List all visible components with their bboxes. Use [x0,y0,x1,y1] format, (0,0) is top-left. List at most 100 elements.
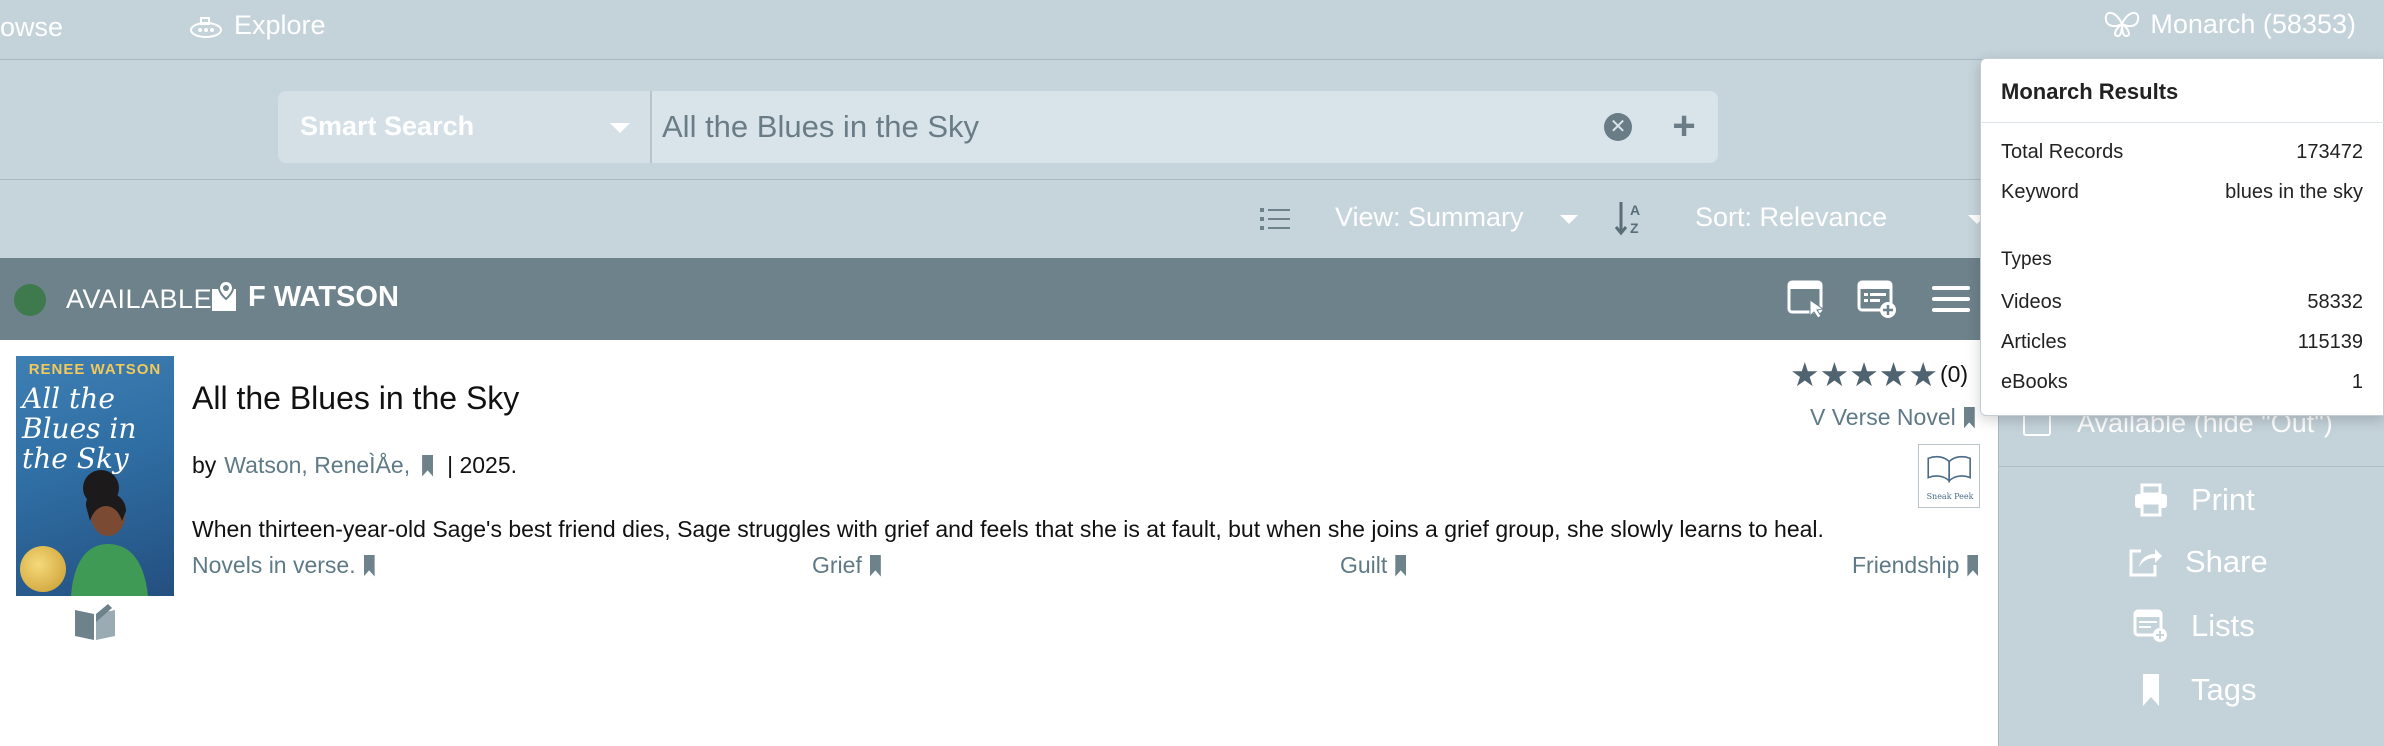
type-count: 115139 [2297,331,2363,353]
cover-author: RENEE WATSON [28,361,162,378]
award-medal [20,546,66,592]
search-input[interactable] [652,91,1650,163]
butterfly-icon [2105,12,2140,38]
subject-label: Novels in verse. [192,552,356,578]
share-label: Share [2185,544,2268,579]
star-icon[interactable]: ★ [1849,358,1879,391]
types-heading: Types [2001,249,2052,270]
cover-illustration [71,470,148,596]
place-hold-icon[interactable] [1786,278,1828,320]
nav-explore-link[interactable]: Explore [188,10,326,41]
monarch-results-popup: Monarch Results Total Records 173472 Key… [1980,58,2384,416]
keyword-row: Keyword blues in the sky [2001,181,2363,204]
keyword-label: Keyword [2001,181,2079,203]
sneak-peek-label: Sneak Peek [1926,492,1974,501]
availability-bar: AVAILABLE F WATSON [0,258,1998,340]
print-label: Print [2191,482,2255,517]
open-book-outline-icon [1927,455,1971,483]
subject-label: Friendship [1852,552,1960,578]
list-view-icon[interactable] [1260,206,1290,232]
total-records-row: Total Records 173472 [2001,141,2363,164]
popup-header: Monarch Results [1981,59,2384,123]
nav-monarch-link[interactable]: Monarch (58353) [2102,8,2356,40]
type-label: Articles [2001,331,2067,353]
cover-title: All the Blues in the Sky [22,382,137,475]
publication-year: | 2025. [447,452,518,478]
subject-label: Grief [812,552,862,578]
type-row[interactable]: Videos 58332 [2001,291,2363,314]
tags-button[interactable]: Tags [2133,672,2256,708]
keyword-value: blues in the sky [2225,181,2363,203]
menu-icon[interactable] [1930,278,1972,320]
divider [1999,466,2384,467]
map-location-icon [212,279,236,311]
rating-count: (0) [1939,361,1969,387]
submarine-icon [190,16,222,38]
genre-link[interactable]: V Verse Novel [1810,404,1975,431]
total-records-label: Total Records [2001,141,2124,163]
author-bookmark-icon[interactable] [422,454,434,477]
genre-label: V Verse Novel [1810,404,1956,430]
availability-status: AVAILABLE [66,284,213,314]
sort-icon[interactable]: A Z [1613,200,1649,236]
svg-text:Z: Z [1630,220,1639,236]
open-book-icon[interactable] [72,602,118,642]
subject-link[interactable]: Novels in verse. [192,552,375,579]
type-row[interactable]: Articles 115139 [2001,331,2363,354]
list-add-icon [2133,609,2167,642]
type-count: 58332 [2307,291,2363,313]
share-icon [2129,549,2162,577]
search-type-label: Smart Search [300,111,475,141]
availability-status-dot [14,284,46,316]
subject-bookmark-icon[interactable] [363,554,375,577]
top-navigation: owse Explore Monarch (58353) [0,0,2384,60]
total-records-value: 173472 [2296,141,2363,163]
type-row[interactable]: eBooks 1 [2001,371,2363,394]
sort-dropdown[interactable]: Sort: Relevance [1695,202,1887,233]
lists-button[interactable]: Lists [2133,608,2255,644]
star-icon[interactable]: ★ [1879,358,1909,391]
by-prefix: by [192,452,217,478]
star-icon[interactable]: ★ [1908,358,1938,391]
type-label: eBooks [2001,371,2068,393]
tags-label: Tags [2191,672,2257,707]
lists-label: Lists [2191,608,2255,643]
print-icon [2135,483,2167,517]
subject-link[interactable]: Grief [812,552,881,579]
call-number: F WATSON [248,281,399,313]
nav-browse-link[interactable]: owse [0,12,63,43]
star-icon[interactable]: ★ [1790,358,1820,391]
clear-search-button[interactable]: ✕ [1604,113,1632,141]
author-link[interactable]: Watson, ReneÌÅe, [224,452,410,479]
add-search-button[interactable]: + [1650,91,1718,163]
star-rating[interactable]: ★ ★ ★ ★ ★ (0) [1790,358,1968,391]
star-icon[interactable]: ★ [1820,358,1850,391]
type-count: 1 [2351,371,2363,393]
record-byline: by Watson, ReneÌÅe, | 2025. [192,452,517,479]
subject-link[interactable]: Friendship [1852,552,1979,579]
add-to-list-icon[interactable] [1856,278,1898,320]
sneak-peek-button[interactable]: Sneak Peek [1918,444,1980,508]
nav-explore-label: Explore [234,10,326,40]
print-button[interactable]: Print [2133,482,2255,518]
nav-monarch-label: Monarch (58353) [2150,8,2356,39]
popup-title: Monarch Results [2001,79,2179,104]
genre-bookmark-icon[interactable] [1963,406,1975,429]
share-button[interactable]: Share [2127,544,2268,580]
subject-link[interactable]: Guilt [1340,552,1407,579]
bookmark-icon [2143,674,2159,706]
view-chevron-down-icon [1560,215,1578,224]
type-label: Videos [2001,291,2062,313]
search-result-record: RENEE WATSON All the Blues in the Sky Al… [0,340,1998,746]
subject-bookmark-icon[interactable] [1395,554,1407,577]
record-description: When thirteen-year-old Sage's best frien… [192,516,1824,542]
svg-text:A: A [1630,202,1640,218]
subject-bookmark-icon[interactable] [869,554,881,577]
subject-label: Guilt [1340,552,1388,578]
subject-bookmark-icon[interactable] [1967,554,1979,577]
chevron-down-icon [610,123,630,133]
view-mode-dropdown[interactable]: View: Summary [1335,202,1524,233]
record-title[interactable]: All the Blues in the Sky [192,380,519,417]
search-type-dropdown[interactable]: Smart Search [278,91,652,163]
book-cover[interactable]: RENEE WATSON All the Blues in the Sky [16,356,174,596]
